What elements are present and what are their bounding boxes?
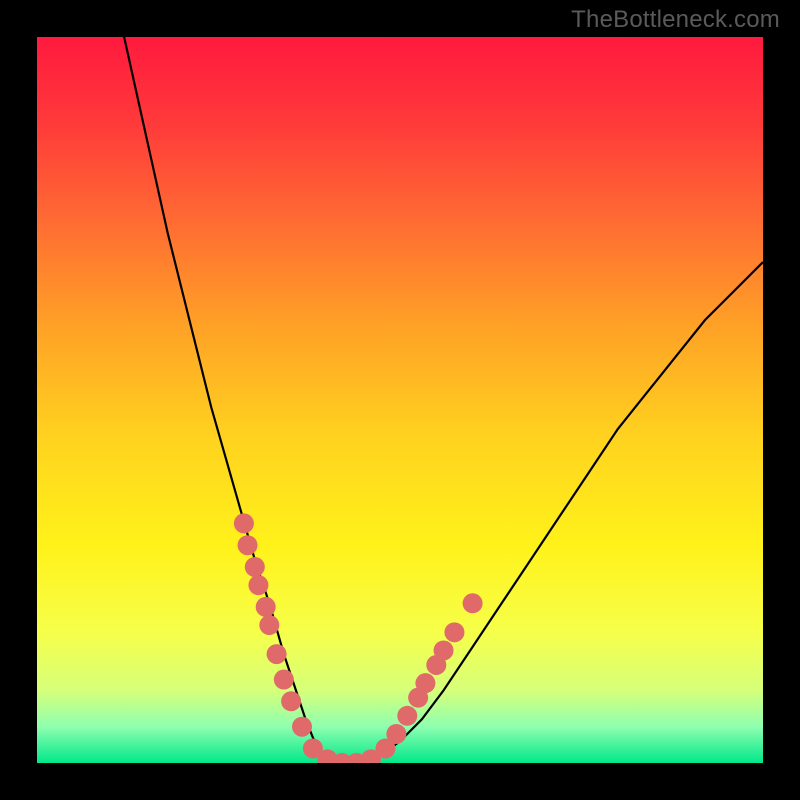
marker-point: [463, 593, 483, 613]
plot-area: [37, 37, 763, 763]
chart-svg: [37, 37, 763, 763]
marker-point: [256, 597, 276, 617]
marker-point: [444, 622, 464, 642]
marker-point: [434, 640, 454, 660]
marker-point: [267, 644, 287, 664]
marker-point: [245, 557, 265, 577]
marker-point: [415, 673, 435, 693]
chart-frame: TheBottleneck.com: [0, 0, 800, 800]
marker-point: [238, 535, 258, 555]
marker-point: [248, 575, 268, 595]
gradient-background: [37, 37, 763, 763]
marker-point: [274, 670, 294, 690]
marker-point: [386, 724, 406, 744]
marker-point: [292, 717, 312, 737]
marker-point: [397, 706, 417, 726]
marker-point: [234, 513, 254, 533]
marker-point: [259, 615, 279, 635]
marker-point: [281, 691, 301, 711]
watermark-text: TheBottleneck.com: [571, 6, 780, 34]
